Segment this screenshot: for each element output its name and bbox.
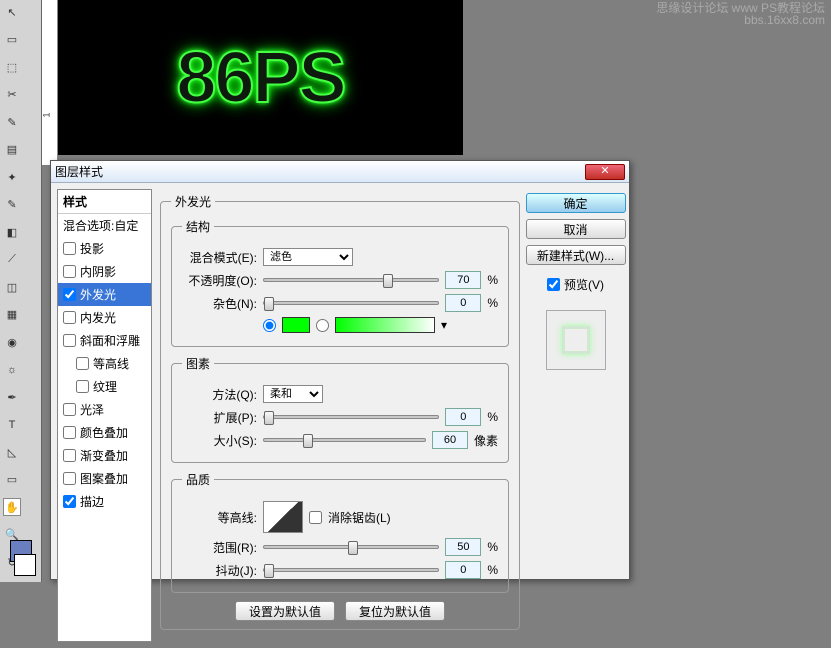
opacity-input[interactable] xyxy=(445,271,481,289)
jitter-label: 抖动(J): xyxy=(182,562,257,579)
style-stroke[interactable]: 描边 xyxy=(58,490,151,513)
dialog-right-panel: 确定 取消 新建样式(W)... 预览(V) xyxy=(528,189,623,642)
size-input[interactable] xyxy=(432,431,468,449)
vertical-ruler: 1 xyxy=(42,0,58,165)
style-list: 样式 混合选项:自定 投影 内阴影 外发光 内发光 斜面和浮雕 等高线 纹理 光… xyxy=(57,189,152,642)
noise-input[interactable] xyxy=(445,294,481,312)
opacity-label: 不透明度(O): xyxy=(182,272,257,289)
gradient-radio[interactable] xyxy=(316,319,329,332)
tools-toolbar: ↖ ▭ ⬚ ✂ ✎ ▤ ✦ ✎ ◧ ⟋ ◫ ▦ ◉ ☼ ✒ T ◺ ▭ ✋ 🔍 … xyxy=(0,0,42,582)
tool-path[interactable]: ◺ xyxy=(3,443,21,461)
style-innerglow[interactable]: 内发光 xyxy=(58,306,151,329)
glow-color-swatch[interactable] xyxy=(282,317,310,333)
tool-lasso[interactable]: ⬚ xyxy=(3,58,21,76)
style-outerglow[interactable]: 外发光 xyxy=(58,283,151,306)
blendmode-select[interactable]: 滤色 xyxy=(263,248,353,266)
outerglow-legend: 外发光 xyxy=(171,193,215,210)
tool-hand[interactable]: ✋ xyxy=(3,498,21,516)
tool-eyedropper[interactable]: ✎ xyxy=(3,113,21,131)
style-texture[interactable]: 纹理 xyxy=(58,375,151,398)
style-dropshadow[interactable]: 投影 xyxy=(58,237,151,260)
preview-thumbnail xyxy=(562,326,590,354)
dropdown-icon[interactable]: ▾ xyxy=(441,318,447,332)
technique-label: 方法(Q): xyxy=(182,386,257,403)
tool-quickselect[interactable]: ▤ xyxy=(3,141,21,159)
style-patternoverlay[interactable]: 图案叠加 xyxy=(58,467,151,490)
glow-gradient[interactable] xyxy=(335,317,435,333)
tool-stamp[interactable]: ◧ xyxy=(3,223,21,241)
tool-dodge[interactable]: ☼ xyxy=(3,361,21,379)
style-gradientoverlay[interactable]: 渐变叠加 xyxy=(58,444,151,467)
style-coloroverlay[interactable]: 颜色叠加 xyxy=(58,421,151,444)
tool-heal[interactable]: ✦ xyxy=(3,168,21,186)
spread-slider[interactable] xyxy=(263,415,439,419)
settings-panel: 外发光 结构 混合模式(E): 滤色 不透明度(O): % 杂色(N): xyxy=(156,189,524,642)
dialog-title: 图层样式 xyxy=(55,163,103,180)
new-style-button[interactable]: 新建样式(W)... xyxy=(526,245,626,265)
noise-label: 杂色(N): xyxy=(182,295,257,312)
style-bevel[interactable]: 斜面和浮雕 xyxy=(58,329,151,352)
tool-crop[interactable]: ✂ xyxy=(3,86,21,104)
style-satin[interactable]: 光泽 xyxy=(58,398,151,421)
dialog-titlebar[interactable]: 图层样式 ✕ xyxy=(51,161,629,183)
jitter-input[interactable] xyxy=(445,561,481,579)
style-innershadow[interactable]: 内阴影 xyxy=(58,260,151,283)
size-label: 大小(S): xyxy=(182,432,257,449)
background-color[interactable] xyxy=(14,554,36,576)
tool-eraser[interactable]: ◫ xyxy=(3,278,21,296)
jitter-slider[interactable] xyxy=(263,568,439,572)
tool-pen[interactable]: ✒ xyxy=(3,388,21,406)
quality-fieldset: 品质 等高线: 消除锯齿(L) 范围(R): % 抖动(J): xyxy=(171,471,509,593)
layer-style-dialog: 图层样式 ✕ 样式 混合选项:自定 投影 内阴影 外发光 内发光 斜面和浮雕 等… xyxy=(50,160,630,580)
tool-shape[interactable]: ▭ xyxy=(3,471,21,489)
make-default-button[interactable]: 设置为默认值 xyxy=(235,601,335,621)
color-radio[interactable] xyxy=(263,319,276,332)
tool-gradient[interactable]: ▦ xyxy=(3,306,21,324)
style-list-header: 样式 xyxy=(58,190,151,214)
blend-options[interactable]: 混合选项:自定 xyxy=(58,214,151,237)
close-button[interactable]: ✕ xyxy=(585,164,625,180)
tool-blur[interactable]: ◉ xyxy=(3,333,21,351)
outerglow-fieldset: 外发光 结构 混合模式(E): 滤色 不透明度(O): % 杂色(N): xyxy=(160,193,520,630)
spread-label: 扩展(P): xyxy=(182,409,257,426)
preview-box xyxy=(546,310,606,370)
blendmode-label: 混合模式(E): xyxy=(182,249,257,266)
contour-label: 等高线: xyxy=(182,509,257,526)
tool-type[interactable]: T xyxy=(3,416,21,434)
contour-picker[interactable] xyxy=(263,501,303,533)
opacity-slider[interactable] xyxy=(263,278,439,282)
range-slider[interactable] xyxy=(263,545,439,549)
preview-checkbox[interactable] xyxy=(547,278,560,291)
tool-history[interactable]: ⟋ xyxy=(3,251,21,269)
style-contour[interactable]: 等高线 xyxy=(58,352,151,375)
cancel-button[interactable]: 取消 xyxy=(526,219,626,239)
size-slider[interactable] xyxy=(263,438,426,442)
antialias-checkbox[interactable] xyxy=(309,511,322,524)
spread-input[interactable] xyxy=(445,408,481,426)
reset-default-button[interactable]: 复位为默认值 xyxy=(345,601,445,621)
tool-brush[interactable]: ✎ xyxy=(3,196,21,214)
neon-text: 86PS xyxy=(176,37,344,119)
technique-select[interactable]: 柔和 xyxy=(263,385,323,403)
ok-button[interactable]: 确定 xyxy=(526,193,626,213)
noise-slider[interactable] xyxy=(263,301,439,305)
tool-marquee[interactable]: ▭ xyxy=(3,31,21,49)
watermark: 思缘设计论坛 www PS教程论坛 bbs.16xx8.com xyxy=(656,2,825,26)
canvas[interactable]: 86PS xyxy=(58,0,463,155)
elements-fieldset: 图素 方法(Q): 柔和 扩展(P): % 大小(S): xyxy=(171,355,509,463)
structure-fieldset: 结构 混合模式(E): 滤色 不透明度(O): % 杂色(N): xyxy=(171,218,509,347)
tool-move[interactable]: ↖ xyxy=(3,3,21,21)
color-swatches[interactable] xyxy=(0,540,42,576)
range-label: 范围(R): xyxy=(182,539,257,556)
range-input[interactable] xyxy=(445,538,481,556)
